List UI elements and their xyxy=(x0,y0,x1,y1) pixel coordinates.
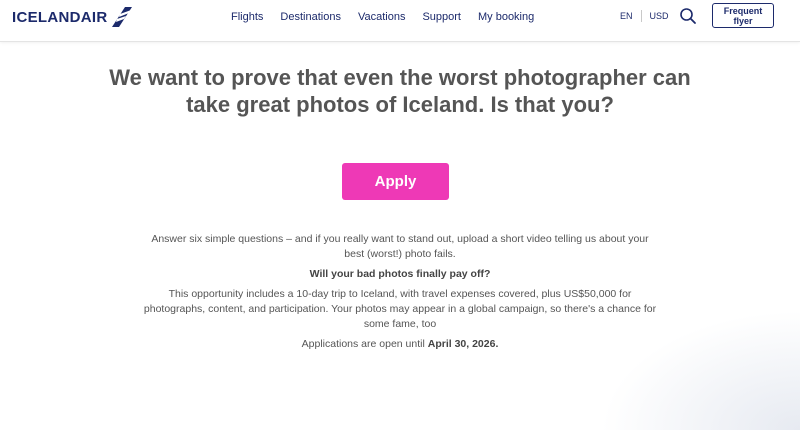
details-text: This opportunity includes a 10-day trip … xyxy=(143,288,657,330)
nav-destinations[interactable]: Destinations xyxy=(280,10,341,24)
logo-mark-icon xyxy=(111,7,132,27)
nav-vacations[interactable]: Vacations xyxy=(358,10,406,24)
intro-text: Answer six simple questions – and if you… xyxy=(151,233,649,260)
nav-my-booking[interactable]: My booking xyxy=(478,10,534,24)
apply-button[interactable]: Apply xyxy=(342,163,449,200)
deadline-prefix: Applications are open until xyxy=(301,338,428,350)
nav-support[interactable]: Support xyxy=(422,10,461,24)
search-icon[interactable] xyxy=(679,7,697,25)
locale-switcher: EN USD xyxy=(620,10,669,22)
language-selector[interactable]: EN xyxy=(620,11,633,21)
site-header: ICELANDAIR Flights Destinations Vacation… xyxy=(0,0,800,42)
frequent-flyer-button[interactable]: Frequent flyer xyxy=(712,3,774,28)
page-headline: We want to prove that even the worst pho… xyxy=(109,65,691,117)
campaign-copy: Answer six simple questions – and if you… xyxy=(140,232,660,357)
logo-text: ICELANDAIR xyxy=(12,8,108,26)
currency-selector[interactable]: USD xyxy=(650,11,669,21)
locale-divider xyxy=(640,10,642,22)
main-nav: Flights Destinations Vacations Support M… xyxy=(231,10,551,24)
nav-flights[interactable]: Flights xyxy=(231,10,263,24)
question-text: Will your bad photos finally pay off? xyxy=(309,268,491,280)
deadline-date: April 30, 2026. xyxy=(427,338,499,350)
deadline-text: Applications are open until April 30, 20… xyxy=(140,337,660,352)
icelandair-logo[interactable]: ICELANDAIR xyxy=(12,5,133,29)
